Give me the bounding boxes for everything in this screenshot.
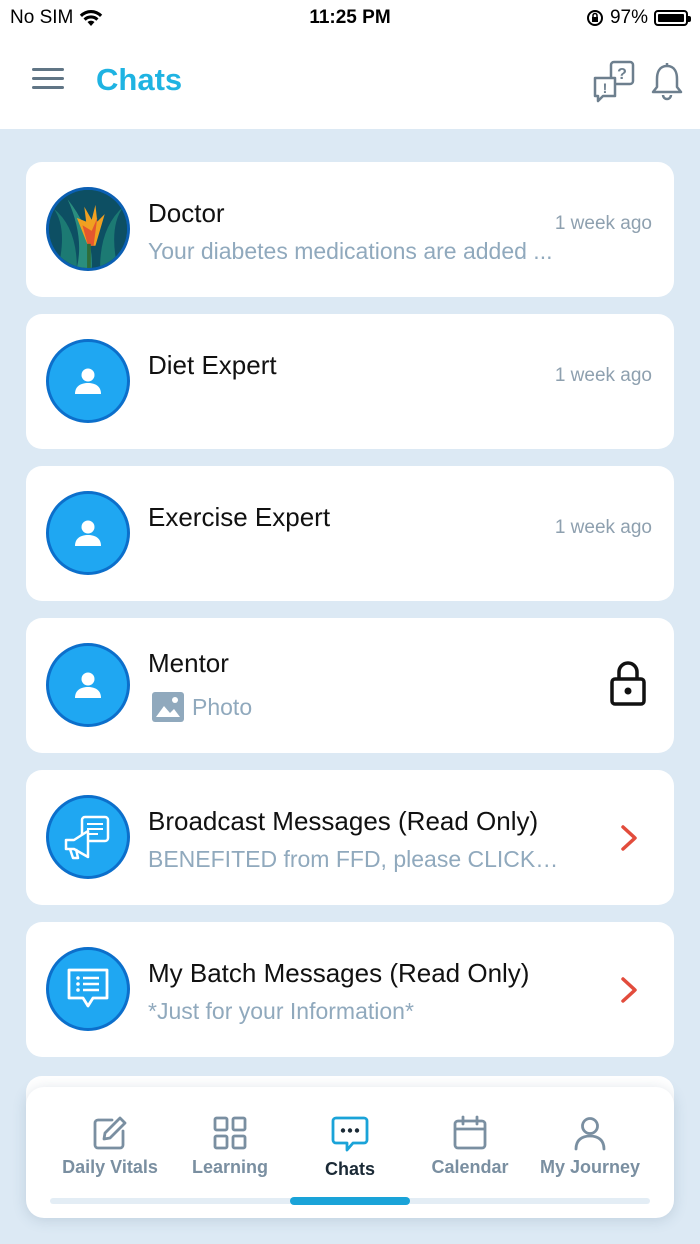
avatar (46, 491, 130, 575)
help-chat-icon[interactable]: ? ! (592, 60, 636, 104)
plant-photo-icon (49, 190, 127, 268)
battery-percent: 97% (609, 7, 648, 28)
image-icon (152, 692, 184, 722)
hamburger-menu-icon[interactable] (32, 68, 64, 92)
chat-item-exercise-expert[interactable]: Exercise Expert 1 week ago (26, 466, 674, 601)
chat-name: My Batch Messages (Read Only) (148, 958, 530, 988)
svg-text:!: ! (603, 80, 608, 96)
tab-my-journey[interactable]: My Journey (530, 1115, 650, 1178)
avatar (46, 947, 130, 1031)
tab-label: Daily Vitals (62, 1157, 158, 1177)
active-tab-indicator (290, 1197, 410, 1205)
chat-time: 1 week ago (554, 517, 652, 538)
calendar-icon (453, 1115, 487, 1150)
tab-learning[interactable]: Learning (170, 1115, 290, 1178)
chat-item-diet-expert[interactable]: Diet Expert 1 week ago (26, 314, 674, 449)
status-right: 97% (586, 7, 691, 29)
person-icon (75, 368, 101, 394)
chat-time: 1 week ago (554, 365, 652, 386)
bottom-tab-bar: Daily Vitals Learning Chats Calendar My … (26, 1087, 674, 1218)
avatar (46, 643, 130, 727)
tab-chats[interactable]: Chats (290, 1115, 410, 1180)
chevron-right-icon (621, 977, 637, 1003)
bell-icon[interactable] (650, 62, 684, 102)
app-header: Chats ? ! (0, 40, 700, 129)
lock-icon (610, 661, 646, 706)
user-icon (574, 1117, 606, 1151)
tab-label: My Journey (539, 1157, 641, 1177)
chat-preview: *Just for your Information* (148, 998, 414, 1024)
chat-name: Diet Expert (148, 350, 277, 380)
avatar (46, 339, 130, 423)
tab-label: Calendar (431, 1157, 509, 1177)
edit-icon (93, 1116, 127, 1150)
chat-preview: BENEFITED from FFD, please CLICK on th..… (148, 846, 560, 872)
chat-name: Mentor (148, 648, 229, 678)
chat-time: 1 week ago (554, 213, 652, 234)
avatar (46, 187, 130, 271)
tab-daily-vitals[interactable]: Daily Vitals (50, 1115, 170, 1178)
chat-icon (331, 1116, 369, 1152)
tab-label: Learning (191, 1157, 268, 1177)
rotation-lock-icon (586, 10, 603, 26)
chat-name: Exercise Expert (148, 502, 331, 532)
battery-icon (654, 10, 691, 26)
chat-preview: Your diabetes medications are added ... (148, 238, 553, 264)
avatar (46, 795, 130, 879)
grid-icon (213, 1116, 247, 1150)
tab-calendar[interactable]: Calendar (410, 1115, 530, 1178)
chat-item-batch[interactable]: My Batch Messages (Read Only) *Just for … (26, 922, 674, 1057)
person-icon (75, 672, 101, 698)
page-title: Chats (96, 62, 183, 97)
chat-name: Broadcast Messages (Read Only) (148, 806, 539, 836)
status-bar: No SIM 11:25 PM 97% (0, 0, 700, 40)
person-icon (75, 520, 101, 546)
megaphone-message-icon (64, 815, 110, 860)
chat-item-broadcast[interactable]: Broadcast Messages (Read Only) BENEFITED… (26, 770, 674, 905)
chat-item-mentor[interactable]: Mentor Photo (26, 618, 674, 753)
svg-text:?: ? (617, 66, 627, 83)
chevron-right-icon (621, 825, 637, 851)
chat-preview: Photo (192, 694, 253, 720)
message-list-icon (67, 968, 109, 1008)
tab-label: Chats (324, 1159, 375, 1179)
chat-name: Doctor (148, 198, 225, 228)
chat-list: Doctor Your diabetes medications are add… (26, 162, 674, 1074)
chat-item-doctor[interactable]: Doctor Your diabetes medications are add… (26, 162, 674, 297)
